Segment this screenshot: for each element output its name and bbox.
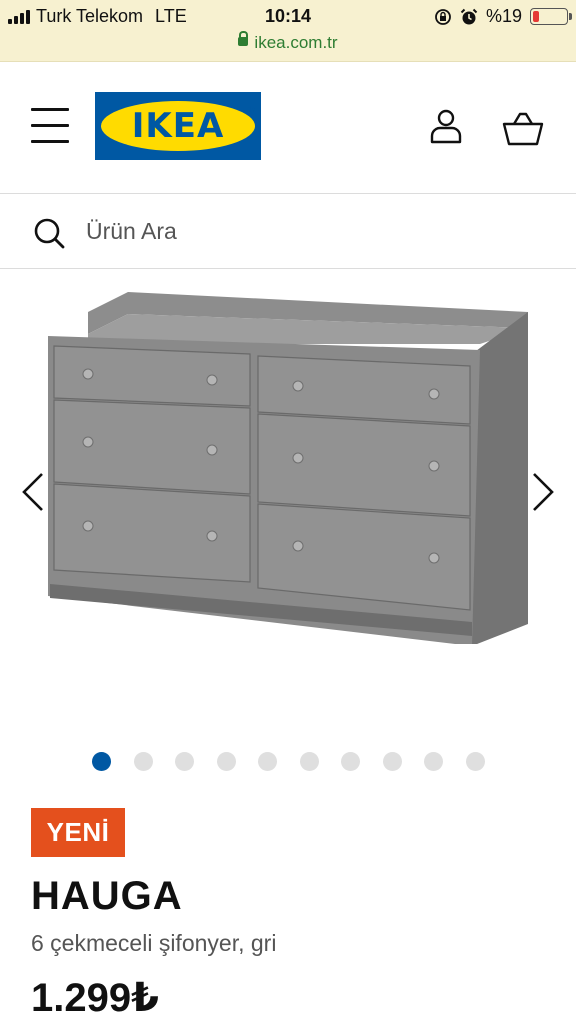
battery-icon (530, 8, 572, 25)
search-icon (34, 218, 65, 249)
gallery-pagination (0, 752, 576, 772)
basket-icon[interactable] (502, 112, 544, 146)
battery-percent: %19 (485, 6, 522, 26)
gallery-dot[interactable] (216, 752, 236, 771)
user-icon[interactable] (428, 108, 464, 144)
gallery-dot[interactable] (133, 752, 153, 771)
gallery-dot[interactable] (175, 752, 194, 771)
url-text: ikea.com.tr (254, 33, 338, 52)
product-description: 6 çekmeceli şifonyer, gri (31, 930, 277, 956)
hamburger-menu-icon[interactable] (31, 108, 69, 144)
alarm-icon (460, 8, 478, 24)
gallery-dot[interactable] (258, 752, 277, 771)
gallery-dot[interactable] (465, 752, 485, 771)
orientation-lock-icon (435, 8, 451, 25)
product-name: HAUGA (31, 874, 183, 918)
new-badge: YENİ (31, 808, 125, 857)
ikea-logo[interactable]: IKEA ® (95, 92, 261, 160)
search-input[interactable]: Ürün Ara (86, 218, 177, 245)
product-gallery[interactable] (0, 270, 576, 740)
gallery-dot[interactable] (424, 752, 443, 771)
product-price: 1.299₺ (31, 976, 159, 1020)
url-bar[interactable]: ikea.com.tr (0, 31, 576, 53)
search-bar[interactable]: Ürün Ara (0, 193, 576, 269)
logo-text: IKEA (131, 106, 225, 146)
gallery-dot[interactable] (92, 752, 111, 771)
gallery-dot[interactable] (299, 752, 319, 771)
status-bar: Turk Telekom LTE 10:14 %19 ikea.com.tr (0, 0, 576, 62)
chevron-left-icon[interactable] (18, 470, 48, 514)
site-header: IKEA ® (0, 62, 576, 192)
chevron-right-icon[interactable] (528, 470, 558, 514)
lock-icon (238, 31, 249, 47)
gallery-dot[interactable] (341, 752, 360, 771)
product-image (48, 292, 528, 644)
status-right: %19 (434, 6, 572, 27)
gallery-dot[interactable] (382, 752, 402, 771)
